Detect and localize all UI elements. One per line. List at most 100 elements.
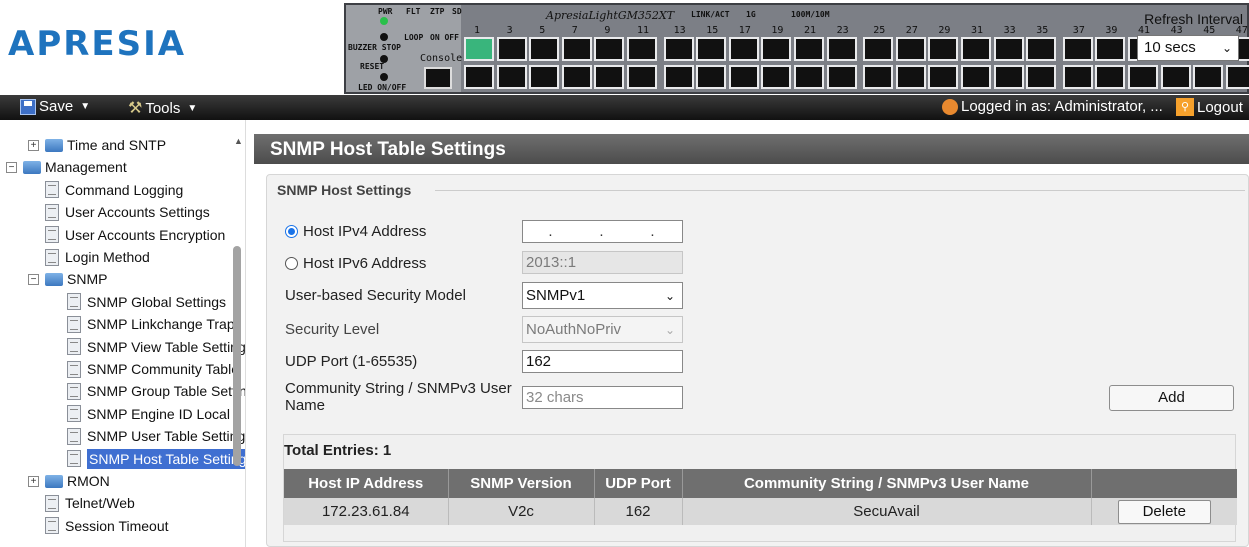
- page-icon: [67, 382, 81, 400]
- port-icon: [961, 65, 991, 89]
- cell-action: Delete: [1091, 498, 1237, 525]
- port-icon: [1062, 65, 1093, 89]
- port-icon: [594, 65, 625, 89]
- community-string-input[interactable]: 32 chars: [522, 386, 683, 409]
- on-off-label: ON OFF: [430, 33, 459, 42]
- expand-icon[interactable]: +: [28, 139, 39, 151]
- col-snmp-version: SNMP Version: [448, 469, 595, 498]
- sidebar-item-time-and-sntp[interactable]: + Time and SNTP: [28, 134, 166, 156]
- port-icon: [561, 37, 592, 61]
- page-icon: [45, 181, 59, 199]
- sidebar-item-login-method[interactable]: Login Method: [45, 246, 150, 268]
- sidebar-item-user-accounts-settings[interactable]: User Accounts Settings: [45, 201, 210, 223]
- port-icon: [696, 37, 727, 61]
- page-icon: [67, 338, 81, 356]
- tools-menu[interactable]: ⚒ Tools ▼: [128, 98, 197, 118]
- ipv6-address-input: 2013::1: [522, 251, 683, 274]
- sidebar-item-snmp-group-table-settings[interactable]: SNMP Group Table Settings: [67, 380, 245, 402]
- led-sd-label: SD: [452, 7, 462, 16]
- console-port-icon: [424, 67, 452, 89]
- led-pwr-label: PWR: [378, 7, 393, 16]
- port-icon: [1026, 37, 1057, 61]
- sidebar-item-snmp-global-settings[interactable]: SNMP Global Settings: [67, 291, 226, 313]
- port-icon: [794, 65, 824, 89]
- page-icon: [67, 360, 81, 378]
- port-icon: [496, 37, 527, 61]
- port-icon: [863, 65, 894, 89]
- folder-icon: [45, 138, 63, 152]
- sidebar-item-snmp-engine-id-local[interactable]: SNMP Engine ID Local: [67, 403, 230, 425]
- port-number-label: 17: [738, 25, 751, 36]
- sidebar-item-label: SNMP User Table Settings: [87, 428, 246, 445]
- sidebar-item-management[interactable]: − Management: [6, 156, 127, 178]
- sidebar-item-rmon[interactable]: + RMON: [28, 470, 110, 492]
- sidebar-item-snmp-linkchange-trap[interactable]: SNMP Linkchange Trap: [67, 313, 235, 335]
- speed-1g-label: 1G: [746, 10, 756, 19]
- ipv4-address-input[interactable]: ...: [522, 220, 683, 243]
- expand-icon[interactable]: +: [28, 475, 39, 487]
- sidebar-item-snmp-community-table[interactable]: SNMP Community Table: [67, 358, 239, 380]
- refresh-interval-label: Refresh Interval: [1144, 11, 1243, 27]
- port-icon: [561, 65, 592, 89]
- scrollbar-thumb[interactable]: [233, 246, 241, 466]
- sidebar-item-label: Login Method: [65, 249, 150, 265]
- port-number-label: 27: [905, 25, 918, 36]
- page-icon: [67, 293, 81, 311]
- usm-label: User-based Security Model: [285, 287, 466, 304]
- port-number-label: 23: [836, 25, 849, 36]
- port-icon: [627, 65, 657, 89]
- port-icon: [1160, 65, 1191, 89]
- buzzer-stop-label: BUZZER STOP: [348, 43, 401, 52]
- scroll-up-icon[interactable]: ▲: [234, 136, 243, 146]
- usm-select[interactable]: SNMPv1 ⌄: [522, 282, 683, 309]
- page-icon: [67, 315, 81, 333]
- collapse-icon[interactable]: −: [6, 161, 17, 173]
- save-menu[interactable]: Save ▼: [20, 98, 90, 115]
- user-icon: [942, 98, 958, 115]
- table-row: 172.23.61.84 V2c 162 SecuAvail Delete: [284, 498, 1237, 525]
- port-icon: [529, 37, 560, 61]
- sidebar-item-user-accounts-encryption[interactable]: User Accounts Encryption: [45, 224, 225, 246]
- led-flt-label: FLT: [406, 7, 421, 16]
- cell-host-ip: 172.23.61.84: [284, 498, 449, 525]
- sidebar-item-snmp-host-table-settings[interactable]: SNMP Host Table Settings: [67, 448, 245, 470]
- logout-link[interactable]: ⚲ Logout: [1176, 98, 1243, 116]
- main-content: SNMP Host Table Settings SNMP Host Setti…: [254, 134, 1249, 547]
- sidebar-item-snmp-user-table-settings[interactable]: SNMP User Table Settings: [67, 425, 246, 447]
- collapse-icon[interactable]: −: [28, 273, 39, 285]
- delete-button[interactable]: Delete: [1117, 499, 1211, 524]
- port-number-label: 19: [771, 25, 784, 36]
- ipv4-radio[interactable]: Host IPv4 Address: [285, 223, 426, 240]
- sidebar-item-label: Management: [45, 159, 127, 176]
- port-icon: [529, 65, 560, 89]
- sidebar-item-session-timeout[interactable]: Session Timeout: [45, 515, 169, 537]
- sidebar-item-telnet-web[interactable]: Telnet/Web: [45, 492, 135, 514]
- udp-port-input[interactable]: 162: [522, 350, 683, 373]
- chevron-down-icon: ⌄: [1221, 41, 1232, 55]
- port-number-label: 7: [571, 25, 578, 36]
- tools-icon: ⚒: [128, 100, 143, 117]
- port-icon: [863, 37, 894, 61]
- page-icon: [67, 405, 81, 423]
- port-icon: [794, 37, 824, 61]
- refresh-interval-select[interactable]: 10 secs ⌄: [1137, 35, 1239, 61]
- sidebar-item-command-logging[interactable]: Command Logging: [45, 179, 183, 201]
- sidebar-item-label: Time and SNTP: [67, 137, 167, 153]
- sidebar-item-label: SNMP: [67, 271, 108, 288]
- port-number-label: 9: [604, 25, 611, 36]
- port-number-label: 33: [1003, 25, 1016, 36]
- port-number-label: 31: [971, 25, 984, 36]
- led-onoff-icon: [380, 73, 388, 81]
- sidebar-item-label: SNMP View Table Settings: [87, 338, 246, 355]
- ipv6-radio[interactable]: Host IPv6 Address: [285, 255, 426, 272]
- sidebar-item-snmp-view-table-settings[interactable]: SNMP View Table Settings: [67, 336, 246, 358]
- port-icon: [663, 37, 694, 61]
- add-button[interactable]: Add: [1109, 385, 1234, 411]
- port-number-label: 11: [637, 25, 650, 36]
- page-icon: [67, 450, 81, 468]
- folder-icon: [45, 272, 63, 286]
- port-icon: [696, 65, 727, 89]
- port-icon: [928, 65, 959, 89]
- sidebar-item-snmp[interactable]: − SNMP: [28, 268, 107, 290]
- sidebar-item-label: User Accounts Encryption: [65, 226, 226, 243]
